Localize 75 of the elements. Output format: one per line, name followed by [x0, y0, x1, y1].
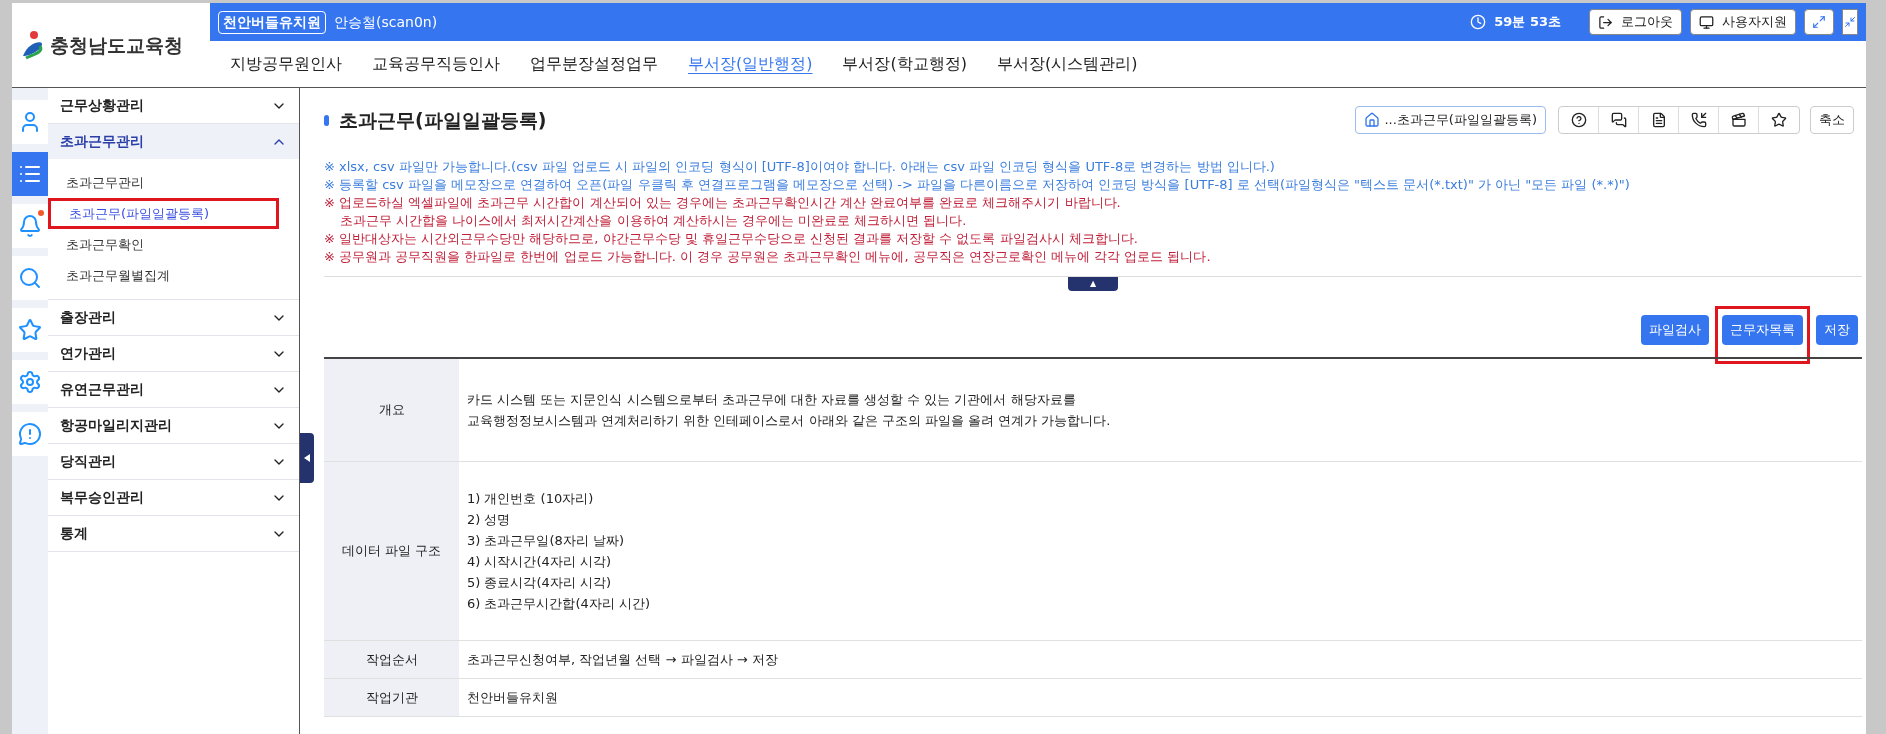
- alert-bubble-icon: [18, 422, 42, 446]
- school-name: 천안버들유치원: [218, 10, 326, 34]
- table-header-cell: 작업기관: [324, 679, 459, 716]
- sidebar-section[interactable]: 초과근무관리: [48, 124, 299, 159]
- table-cell-line: 천안버들유치원: [467, 689, 559, 707]
- notice-text: ※ 일반대상자는 시간외근무수당만 해당하므로, 야간근무수당 및 휴일근무수당으로 신청된 결과를 저장할 수 없도록 파일검사시 체크합니다.: [324, 230, 1139, 248]
- sidebar-item[interactable]: 초과근무(파일일괄등록): [48, 198, 279, 229]
- sidebar-item[interactable]: 초과근무확인: [48, 229, 279, 260]
- sidebar-section[interactable]: 당직관리: [48, 444, 299, 479]
- sidebar-icon-button[interactable]: [12, 360, 48, 404]
- bell-icon: [18, 214, 42, 238]
- table-cell-line: 3) 초과근무일(8자리 날짜): [467, 532, 626, 550]
- sidebar-section[interactable]: 유연근무관리: [48, 372, 299, 407]
- user-name: 안승철(scan0n): [334, 12, 438, 32]
- sidebar-section[interactable]: 근무상황관리: [48, 88, 299, 123]
- sidebar-icon-button[interactable]: [12, 152, 48, 196]
- sidebar-item[interactable]: 초과근무관리: [48, 167, 279, 198]
- sidebar-icon-button[interactable]: [12, 308, 48, 352]
- sidebar-item[interactable]: 초과근무월별집계: [48, 260, 279, 291]
- action-button[interactable]: 저장: [1816, 315, 1858, 345]
- sidebar-icon-button[interactable]: [12, 256, 48, 300]
- table-header-cell: 작업순서: [324, 641, 459, 678]
- table-cell-line: 초과근무신청여부, 작업년월 선택 → 파일검사 → 저장: [467, 651, 779, 669]
- logout-button[interactable]: 로그아웃: [1589, 9, 1682, 35]
- left-triangle-icon: [304, 454, 310, 462]
- search-icon: [18, 266, 42, 290]
- table-header-cell: 데이터 파일 구조: [324, 462, 459, 640]
- nav-tab[interactable]: 부서장(일반행정): [688, 52, 813, 76]
- support-button[interactable]: 사용자지원: [1690, 9, 1796, 35]
- sidebar-section[interactable]: 출장관리: [48, 300, 299, 335]
- page-title: 초과근무(파일일괄등록): [339, 107, 547, 133]
- expand-button[interactable]: [1804, 9, 1834, 35]
- collapse-handle[interactable]: ▲: [1068, 277, 1118, 291]
- notice-text: ※ 공무원과 공무직원을 한파일로 한번에 업로드 가능합니다. 이 경우 공무원은 초과근무확인 메뉴에, 공무직은 연장근로확인 메뉴에 각각 업로드 됩니다.: [324, 248, 1212, 266]
- star-icon: [18, 318, 42, 342]
- sidebar-section[interactable]: 연가관리: [48, 336, 299, 371]
- title-marker: [324, 114, 329, 126]
- table-cell-line: 1) 개인번호 (10자리): [467, 490, 595, 508]
- notice-text: 초과근무 시간합을 나이스에서 최저시간계산을 이용하여 계산하시는 경우에는 미완료로 체크하시면 됩니다.: [339, 212, 968, 230]
- monitor-icon: [1699, 14, 1714, 30]
- action-button[interactable]: 파일검사: [1641, 315, 1709, 345]
- shrink-arrows-icon: [1844, 16, 1856, 28]
- nav-tab[interactable]: 지방공무원인사: [230, 52, 342, 76]
- sidebar-icon-button[interactable]: [12, 412, 48, 456]
- notice-text: ※ 등록할 csv 파일을 메모장으로 연결하여 오픈(파일 우클릭 후 연결프로그램을 메모장으로 선택) -> 파일을 다른이름으로 저장하여 인코딩 방식을 [UTF-8] 로 선택(파일형식은 "텍스트 문서(*.txt)" 가 아닌 "모든 파일 (*.*)"): [324, 176, 1631, 194]
- nav-tab[interactable]: 부서장(학교행정): [842, 52, 967, 76]
- table-cell-line: 6) 초과근무시간합(4자리 시간): [467, 595, 652, 613]
- table-cell-line: 카드 시스템 또는 지문인식 시스템으로부터 초과근무에 대한 자료를 생성할 수 있는 기관에서 해당자료를: [467, 391, 1077, 409]
- table-cell-line: 4) 시작시간(4자리 시각): [467, 553, 613, 571]
- session-timer: 59분 53초: [1494, 13, 1561, 32]
- shrink-window-button[interactable]: [1842, 9, 1858, 35]
- table-cell-line: 5) 종료시각(4자리 시각): [467, 574, 613, 592]
- sidebar-icon-button[interactable]: [12, 100, 48, 144]
- sidebar-toggle[interactable]: [300, 433, 314, 483]
- notice-text: ※ xlsx, csv 파일만 가능합니다.(csv 파일 업로드 시 파일의 인코딩 형식이 [UTF-8]이여야 합니다. 아래는 csv 파일 인코딩 형식을 UTF-8로 변경하는 방법 입니다.): [324, 158, 1276, 176]
- sidebar-section[interactable]: 통계: [48, 516, 299, 551]
- table-cell-line: 2) 성명: [467, 511, 512, 529]
- table-cell-line: 교육행정정보시스템과 연계처리하기 위한 인테페이스로서 아래와 같은 구조의 파일을 올려 연계가 가능합니다.: [467, 412, 1112, 430]
- nav-tab[interactable]: 교육공무직등인사: [372, 52, 500, 76]
- sidebar-section[interactable]: 복무승인관리: [48, 480, 299, 515]
- breadcrumb[interactable]: ...초과근무(파일일괄등록): [1355, 106, 1546, 134]
- nav-tab[interactable]: 부서장(시스템관리): [996, 52, 1138, 76]
- notice-text: ※ 업로드하실 엑셀파일에 초과근무 시간합이 계산되어 있는 경우에는 초과근무확인시간 계산 완료여부를 완료로 체크해주시기 바랍니다.: [324, 194, 1122, 212]
- home-icon: [1364, 112, 1381, 128]
- sidebar-icon-button[interactable]: [12, 204, 48, 248]
- nav-tab[interactable]: 업무분장설정업무: [530, 52, 658, 76]
- action-button[interactable]: 근무자목록: [1722, 315, 1803, 345]
- table-header-cell: 개요: [324, 359, 459, 461]
- clock-icon: [1470, 14, 1487, 30]
- logout-icon: [1598, 14, 1613, 30]
- logo-text: 충청남도교육청: [50, 32, 183, 58]
- shrink-button[interactable]: 축소: [1810, 106, 1854, 134]
- sidebar-section[interactable]: 항공마일리지관리: [48, 408, 299, 443]
- settings-icon: [18, 370, 42, 394]
- expand-arrows-icon: [1812, 15, 1826, 29]
